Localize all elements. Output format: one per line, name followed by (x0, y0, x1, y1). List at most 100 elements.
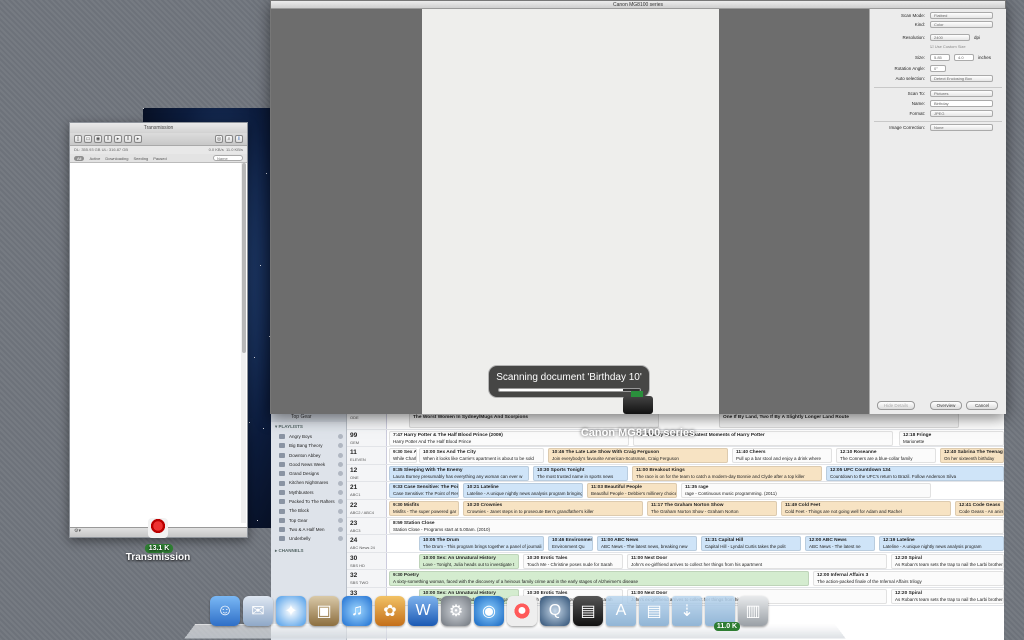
program-cell[interactable]: 10:46 Environment Environment Qu (548, 536, 593, 552)
program-cell[interactable]: 10:05 The Drum The Drum - This program br… (419, 536, 544, 552)
program-cell[interactable]: 10:30 Erotic TalesTouch Me - Christine p… (523, 553, 623, 569)
program-cell[interactable]: 11:35 rage rage - Continuous music progra… (681, 483, 931, 499)
resume-icon[interactable]: ▸ (114, 135, 122, 143)
program-cell[interactable]: 9:30 Misfits Misfits - The super powered … (389, 501, 459, 516)
program-cell[interactable]: 10:46 The Late Late Show With Craig Ferg… (548, 448, 728, 464)
channels-header[interactable]: ▸ CHANNELS (271, 546, 346, 556)
resume-all-icon[interactable]: ▸ (134, 135, 142, 143)
eyetv-icon[interactable]: ◉ (474, 596, 504, 626)
transmission-window[interactable]: Transmission ▯ ▭ ◉ ‖ ▸ ‖ ▸ ◎ ⌕ i DL: 355… (69, 122, 248, 538)
playlist-item[interactable]: Big Bang Theory (271, 441, 346, 450)
playlist-item[interactable]: Grand Designs (271, 469, 346, 478)
size-height-input[interactable]: 4.0 (954, 54, 974, 61)
channel-label[interactable]: 99 GEM (347, 431, 387, 447)
channel-label[interactable]: ODE (347, 413, 387, 429)
program-cell[interactable]: 11:00 Next DoorJohn's ex-girlfriend arri… (627, 553, 887, 569)
playlist-item[interactable]: Underbelly (271, 534, 346, 543)
system-preferences-icon[interactable]: ⚙ (441, 596, 471, 626)
program-cell[interactable]: 9:30 Poetry A sixty-something woman, face… (389, 571, 809, 587)
scrollbar-thumb[interactable] (241, 163, 246, 353)
trash-icon[interactable]: ▥ (738, 596, 768, 626)
program-cell[interactable]: One If By Land, Two If By A Slightly Lon… (719, 413, 959, 428)
scanner-window[interactable]: Canon MG8100 series Scanning document 'B… (270, 0, 1006, 414)
documents-folder-icon[interactable]: ▤ (639, 596, 669, 626)
playlist-item[interactable]: Kitchen Nightmares (271, 478, 346, 487)
channel-label[interactable]: 24 ABC News 24 (347, 536, 387, 552)
finder-icon[interactable]: ☺ (210, 596, 240, 626)
printer-icon[interactable] (618, 391, 658, 424)
program-cell[interactable]: 10:21 Lateline Lateline - A unique nightl… (463, 483, 583, 499)
playlists-header[interactable]: ▾ PLAYLISTS (271, 422, 346, 432)
channel-label[interactable]: 22 ABC2 / ABC4 (347, 501, 387, 517)
program-cell[interactable]: 8:35 Sleeping With The Enemy Laura Burney… (389, 465, 529, 481)
pause-icon[interactable]: ‖ (104, 135, 112, 143)
program-cell[interactable]: 10:20 Crownies Crownies - Janet steps in … (463, 501, 643, 516)
program-cell[interactable]: 12:00 ABC News ABC News - The latest ne (805, 536, 875, 552)
program-cell[interactable]: 12:05 UFC Countdown 134 Countdown to the … (826, 465, 1004, 481)
custom-size-checkbox[interactable]: ☑ Use Custom Size (930, 44, 966, 49)
filter-active[interactable]: Active (89, 156, 100, 161)
hide-details-button[interactable]: Hide Details (877, 401, 915, 410)
program-cell[interactable]: 10:00 Sex And The City When it looks like… (419, 448, 544, 464)
remove-icon[interactable]: ▯ (74, 135, 82, 143)
size-width-input[interactable]: 5.85 (930, 54, 950, 61)
playlist-item[interactable]: Downton Abbey (271, 451, 346, 460)
playlist-item[interactable]: Angry Boys (271, 432, 346, 441)
name-input[interactable]: Birthday (930, 100, 993, 107)
search-input[interactable] (213, 155, 243, 161)
downloads-folder-icon[interactable]: ⇣ (672, 596, 702, 626)
printer-icon[interactable]: ▤ (573, 596, 603, 626)
iphoto-icon[interactable]: ✿ (375, 596, 405, 626)
program-cell[interactable]: 12:10 Roseanne The Conners are a blue-col… (836, 448, 936, 464)
size-unit[interactable]: inches (978, 55, 991, 60)
filter-seeding[interactable]: Seeding (134, 156, 149, 161)
kind-select[interactable]: Color (930, 21, 993, 28)
image-correction-select[interactable]: None (930, 124, 993, 131)
mail-stamp-icon[interactable]: ✉ (243, 596, 273, 626)
rotation-input[interactable]: 0° (930, 65, 946, 72)
program-cell[interactable]: 12:20 Spiral As Roban's team sets the tra… (891, 589, 1004, 604)
info-icon[interactable]: i (235, 135, 243, 143)
program-cell[interactable]: 9:33 Case Sensitive: The Point oCase Sen… (389, 483, 459, 499)
transmission-app-icon[interactable] (138, 518, 178, 542)
program-cell[interactable]: 12:18 Fringe Marionette (899, 430, 1004, 446)
filter-icon[interactable]: ⌕ (225, 135, 233, 143)
applications-folder-icon[interactable]: A (606, 596, 636, 626)
playlist-item[interactable]: Packed To The Rafters (271, 497, 346, 506)
program-cell[interactable]: 12:20 Spiral As Roban's team sets the tra… (891, 553, 1004, 569)
globe-icon[interactable]: ◉ (94, 135, 102, 143)
program-cell[interactable]: 8:59 Station Close Station Close - Progra… (389, 518, 1004, 534)
program-cell[interactable]: 11:49 Cold Feet Cold Feet - Things are no… (781, 501, 951, 516)
playlist-item[interactable]: Good News Week (271, 460, 346, 469)
preview-icon[interactable]: ▣ (309, 596, 339, 626)
scan-mode-select[interactable]: Flatbed (930, 12, 993, 19)
open-icon[interactable]: ▭ (84, 135, 92, 143)
auto-selection-select[interactable]: Detect Enclosing Box (930, 75, 993, 82)
filter-downloading[interactable]: Downloading (105, 156, 128, 161)
overview-button[interactable]: Overview (930, 401, 962, 410)
quicktime-icon[interactable]: Q (540, 596, 570, 626)
playlist-item[interactable]: Top Gear (271, 516, 346, 525)
program-cell[interactable]: 12:00 Infernal Affairs 3 The action-packe… (813, 571, 1004, 587)
program-cell[interactable]: 9:30 Sex An...While Charl... (389, 448, 417, 464)
program-cell[interactable]: 11:17 The Graham Norton Show The Graham N… (647, 501, 777, 516)
playlist-item[interactable]: Mythbusters (271, 488, 346, 497)
gear-icon[interactable]: ⚙▾ (74, 528, 81, 534)
channel-label[interactable]: 11 ELEVEN (347, 448, 387, 464)
filter-paused[interactable]: Paused (153, 156, 167, 161)
scan-preview-area[interactable]: Scanning document 'Birthday 10' (271, 9, 869, 414)
itunes-icon[interactable]: ♫ (342, 596, 372, 626)
scrollbar[interactable] (241, 163, 246, 523)
program-cell[interactable]: 11:31 Capital Hill Capital Hill - Lyndal … (701, 536, 801, 552)
program-cell[interactable]: 11:00 Breakout Kings The race is on for t… (632, 465, 822, 481)
cancel-button[interactable]: Cancel (966, 401, 998, 410)
quicklook-icon[interactable]: ◎ (215, 135, 223, 143)
transmission-icon[interactable]: ● (507, 596, 537, 626)
scan-to-select[interactable]: Pictures (930, 90, 993, 97)
format-select[interactable]: JPEG (930, 110, 993, 117)
program-cell[interactable]: 11:40 Cheers Pull up a bar stool and enjo… (732, 448, 832, 464)
playlist-item[interactable]: Two & A Half Men (271, 525, 346, 534)
program-cell[interactable]: 11:00 ABC News ABC News - The latest news… (597, 536, 697, 552)
pause-all-icon[interactable]: ‖ (124, 135, 132, 143)
word-icon[interactable]: W (408, 596, 438, 626)
